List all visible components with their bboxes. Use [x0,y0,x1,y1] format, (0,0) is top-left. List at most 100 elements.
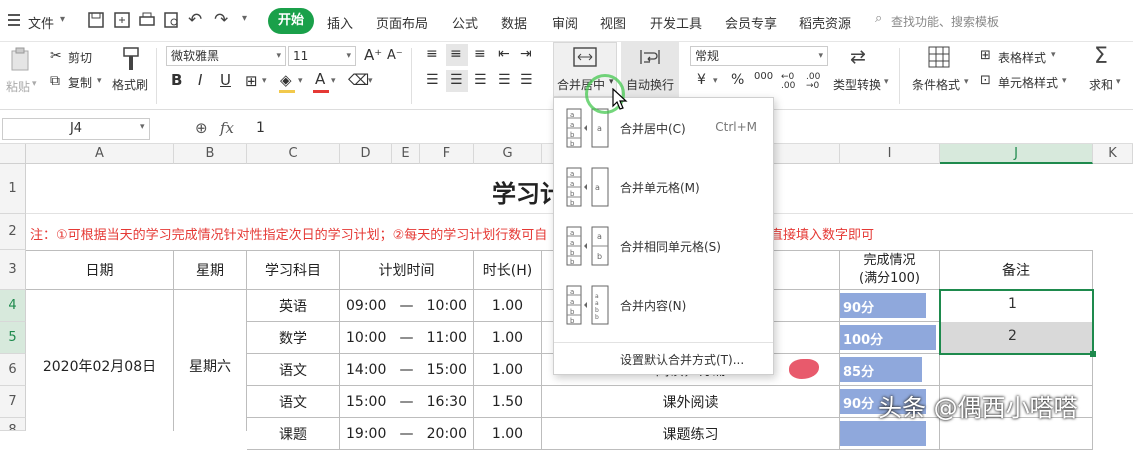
font-color-icon[interactable]: A [315,70,325,88]
completion-cell[interactable]: 90分 [840,290,940,322]
file-menu[interactable]: 文件 [28,13,54,32]
font-size-select[interactable]: 11 ▾ [288,46,356,66]
wrap-text-icon[interactable] [638,47,662,67]
col-header-i[interactable]: I [840,144,940,164]
fill-handle[interactable] [1090,351,1096,357]
header-duration[interactable]: 时长(H) [474,250,542,290]
subject-cell[interactable]: 语文 [247,386,340,418]
col-header-d[interactable]: D [340,144,392,164]
col-header-j[interactable]: J [940,144,1093,164]
tab-review[interactable]: 审阅 [552,13,578,32]
tab-docer[interactable]: 稻壳资源 [799,13,851,32]
duration-cell[interactable]: 1.50 [474,386,542,418]
header-weekday[interactable]: 星期 [174,250,247,290]
row-header-2[interactable]: 2 [0,214,26,250]
col-header-c[interactable]: C [247,144,340,164]
plan-time-cell[interactable]: 09:00 — 10:00 [340,290,474,322]
tab-formulas[interactable]: 公式 [452,13,478,32]
menu-item-merge-cells[interactable]: aabba 合并单元格(M) [554,157,773,215]
decrease-font-icon[interactable]: A⁻ [387,48,403,63]
border-icon[interactable]: ⊞ [245,72,258,90]
increase-indent-icon[interactable]: ⇥ [520,46,532,62]
chevron-down-icon[interactable]: ▾ [262,76,267,86]
duration-cell[interactable]: 1.00 [474,418,542,450]
table-style-button[interactable]: 表格样式 [998,49,1046,66]
format-painter-icon[interactable] [120,46,142,72]
completion-cell[interactable]: 100分 [840,322,940,354]
menu-item-merge-content[interactable]: aabbaabb 合并内容(N) [554,275,773,333]
plan-time-cell[interactable]: 14:00 — 15:00 [340,354,474,386]
row-header-7[interactable]: 7 [0,386,26,418]
chevron-down-icon[interactable]: ▾ [97,76,102,86]
thousands-icon[interactable]: 000 [754,72,773,82]
row-header-5[interactable]: 5 [0,322,26,354]
italic-icon[interactable]: I [198,71,202,89]
duration-cell[interactable]: 1.00 [474,290,542,322]
bold-icon[interactable]: B [171,71,182,89]
content-cell[interactable]: 课题练习 [542,418,840,450]
select-all-corner[interactable] [0,144,26,164]
tab-insert[interactable]: 插入 [327,13,353,32]
type-convert-button[interactable]: 类型转换 [833,76,881,93]
chevron-down-icon[interactable]: ▾ [1062,76,1067,86]
chevron-down-icon[interactable]: ▾ [1051,50,1056,60]
sum-icon[interactable]: Σ [1094,44,1108,69]
col-header-g[interactable]: G [474,144,542,164]
percent-button[interactable]: % [731,72,744,88]
justify-icon[interactable]: ☰ [498,72,511,88]
chevron-down-icon[interactable]: ▾ [884,77,889,87]
col-header-e[interactable]: E [392,144,420,164]
number-format-select[interactable]: 常规 ▾ [690,46,828,66]
header-subject[interactable]: 学习科目 [247,250,340,290]
increase-decimal-icon[interactable]: ←0.00 [781,73,795,91]
paste-button[interactable]: 粘贴 [6,78,30,95]
chevron-down-icon[interactable]: ▾ [964,77,969,87]
header-plan-time[interactable]: 计划时间 [340,250,474,290]
name-box[interactable]: J4 [2,118,150,140]
chevron-down-icon[interactable]: ▾ [331,76,336,86]
col-header-f[interactable]: F [420,144,474,164]
tab-data[interactable]: 数据 [501,13,527,32]
align-right-icon[interactable]: ☰ [474,72,487,88]
row-header-4[interactable]: 4 [0,290,26,322]
col-header-b[interactable]: B [174,144,247,164]
underline-icon[interactable]: U [220,71,231,89]
row-header-1[interactable]: 1 [0,164,26,214]
header-completion[interactable]: 完成情况 (满分100) [840,250,940,290]
search-input[interactable]: 查找功能、搜索模板 [891,13,999,30]
duration-cell[interactable]: 1.00 [474,322,542,354]
undo-icon[interactable]: ↶ [188,10,202,30]
chevron-down-icon[interactable]: ▾ [140,122,145,132]
completion-cell[interactable]: 85分 [840,354,940,386]
content-cell[interactable]: 课外阅读 [542,386,840,418]
date-cell[interactable]: 2020年02月08日 [26,290,174,431]
decrease-indent-icon[interactable]: ⇤ [498,46,510,62]
fx-icon[interactable]: fx [220,119,234,137]
chevron-down-icon[interactable]: ▾ [298,76,303,86]
align-bottom-icon[interactable]: ≡ [474,46,486,62]
convert-icon[interactable]: ⇄ [850,46,866,68]
header-remark[interactable]: 备注 [940,250,1093,290]
tab-developer[interactable]: 开发工具 [650,13,702,32]
quick-access-dropdown-icon[interactable]: ▾ [242,13,247,24]
plan-time-cell[interactable]: 19:00 — 20:00 [340,418,474,450]
chevron-down-icon[interactable]: ▾ [713,76,718,86]
font-name-select[interactable]: 微软雅黑 ▾ [166,46,286,66]
tab-view[interactable]: 视图 [600,13,626,32]
align-middle-icon[interactable]: ≡ [450,46,462,62]
tab-member[interactable]: 会员专享 [725,13,777,32]
save-icon[interactable] [86,10,106,30]
align-top-icon[interactable]: ≡ [426,46,438,62]
sum-button[interactable]: 求和 [1089,76,1113,93]
col-header-k[interactable]: K [1093,144,1133,164]
plan-time-cell[interactable]: 10:00 — 11:00 [340,322,474,354]
copy-button[interactable]: 复制 [68,74,92,91]
menu-item-merge-same-cells[interactable]: aabbab 合并相同单元格(S) [554,216,773,274]
align-left-icon[interactable]: ☰ [426,72,439,88]
weekday-cell[interactable]: 星期六 [174,290,247,431]
row-header-6[interactable]: 6 [0,354,26,386]
duration-cell[interactable]: 1.00 [474,354,542,386]
tab-home[interactable]: 开始 [268,8,315,34]
format-painter-button[interactable]: 格式刷 [112,76,148,93]
cut-button[interactable]: 剪切 [68,49,92,66]
